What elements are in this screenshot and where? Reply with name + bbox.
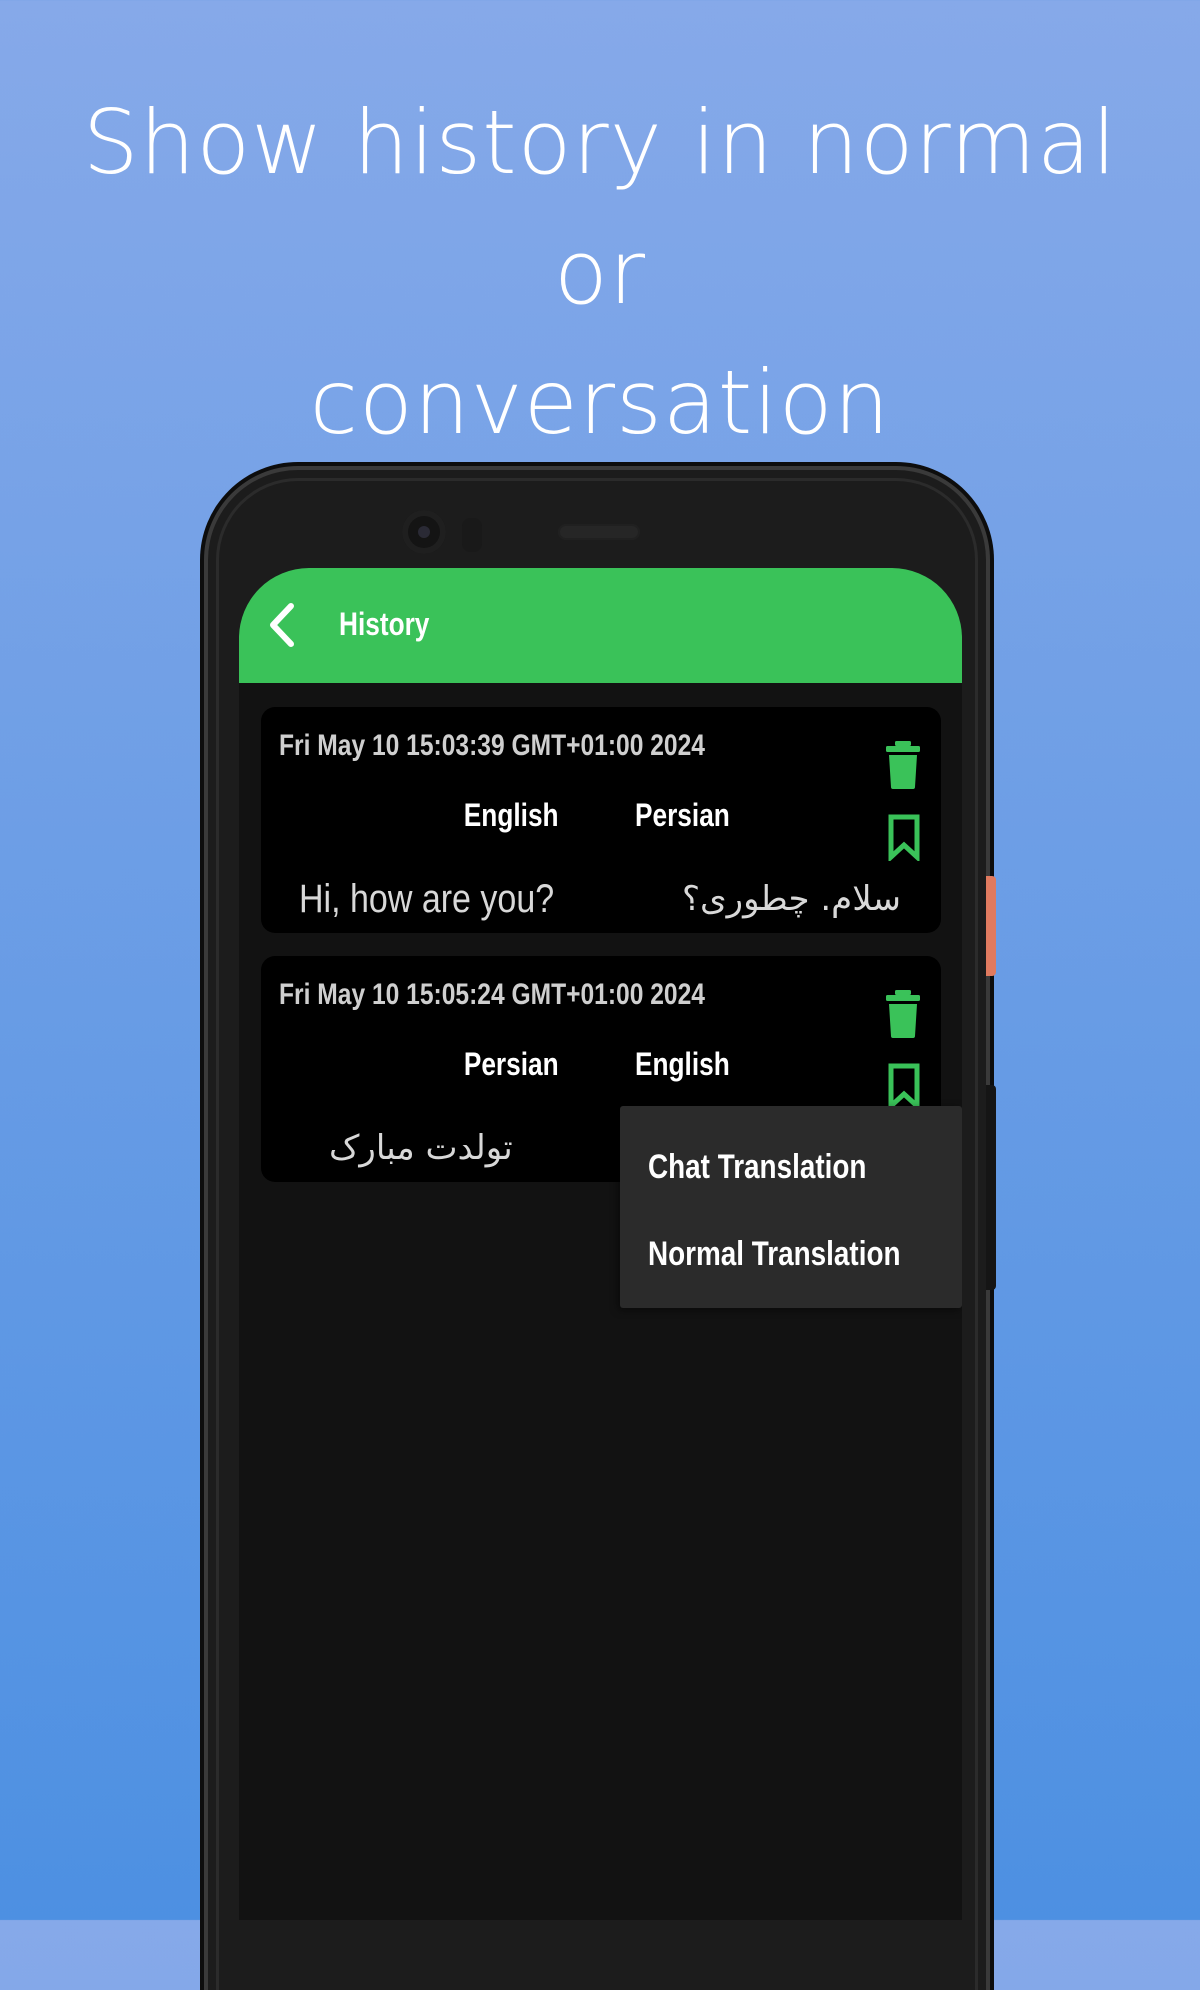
source-text: Hi, how are you? — [299, 877, 555, 921]
menu-item-normal-translation[interactable]: Normal Translation — [620, 1211, 962, 1299]
history-item[interactable]: Fri May 10 15:03:39 GMT+01:00 2024 Engli… — [261, 707, 941, 933]
translated-text: سلام. چطوری؟ — [682, 879, 901, 919]
bookmark-icon[interactable] — [887, 813, 921, 861]
menu-item-label: Chat Translation — [648, 1148, 867, 1186]
history-date: Fri May 10 15:03:39 GMT+01:00 2024 — [279, 729, 705, 762]
bookmark-icon[interactable] — [887, 1062, 921, 1110]
source-language: English — [464, 797, 559, 833]
source-language: Persian — [464, 1046, 559, 1082]
phone-screen: History Fri May 10 15:03:39 GMT+01:00 20… — [239, 568, 962, 1920]
earpiece-speaker — [558, 524, 640, 540]
chevron-left-icon[interactable] — [261, 600, 305, 650]
source-text: تولدت مبارک — [329, 1128, 513, 1168]
menu-item-label: Normal Translation — [648, 1235, 901, 1273]
menu-item-chat-translation[interactable]: Chat Translation — [620, 1124, 962, 1212]
trash-icon[interactable] — [885, 990, 921, 1038]
target-language: Persian — [635, 797, 730, 833]
app-bar: History — [239, 568, 962, 683]
page-title: History — [339, 606, 430, 642]
history-date: Fri May 10 15:05:24 GMT+01:00 2024 — [279, 978, 705, 1011]
phone-power-button — [986, 876, 996, 976]
proximity-sensor — [462, 518, 482, 552]
headline-line-1: Show history in normal or — [82, 91, 1118, 324]
phone-volume-button — [986, 1085, 996, 1290]
front-camera — [402, 510, 446, 554]
target-language: English — [635, 1046, 730, 1082]
popup-menu: Chat Translation Normal Translation — [620, 1106, 962, 1308]
trash-icon[interactable] — [885, 741, 921, 789]
